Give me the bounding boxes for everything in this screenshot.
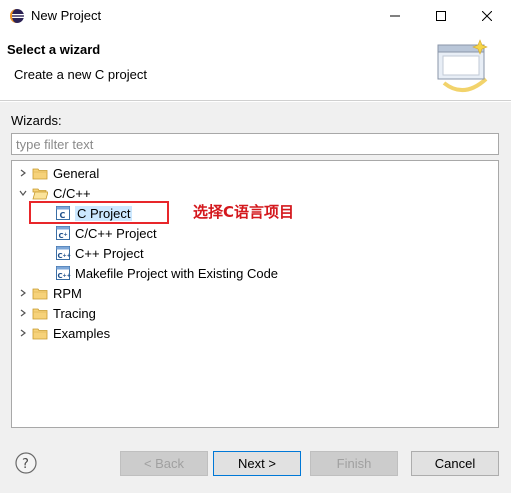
back-button[interactable]: < Back [120,451,208,476]
tree-item-tracing[interactable]: Tracing [16,303,96,323]
tree-item-label: Makefile Project with Existing Code [75,265,279,281]
folder-icon [32,286,48,300]
tree-item-c-cpp[interactable]: C/C++ [16,183,91,203]
help-button[interactable]: ? [15,452,37,474]
maximize-icon [436,10,446,21]
svg-text:++: ++ [63,273,71,279]
tree-item-makefile-project[interactable]: C ++ Makefile Project with Existing Code [55,263,278,283]
tree-item-rpm[interactable]: RPM [16,283,82,303]
eclipse-icon [9,8,25,24]
folder-open-icon [32,186,49,200]
tree-item-cpp-project[interactable]: C ++ C++ Project [55,243,144,263]
tree-item-label: C/C++ Project [75,225,157,241]
tree-item-label: C++ Project [75,245,144,261]
chevron-down-icon[interactable] [16,186,30,200]
svg-text:?: ? [22,457,29,472]
tree-item-examples[interactable]: Examples [16,323,110,343]
wizards-label: Wizards: [11,113,62,128]
title-bar: New Project [0,0,511,31]
makefile-project-icon: C ++ [55,265,71,281]
page-description: Create a new C project [14,67,147,82]
window-title: New Project [31,8,102,23]
tree-item-label: Tracing [53,305,96,321]
chevron-right-icon[interactable] [16,166,30,180]
minimize-button[interactable] [372,0,418,31]
folder-icon [32,326,48,340]
page-title: Select a wizard [7,42,101,57]
chevron-right-icon[interactable] [16,326,30,340]
chevron-right-icon[interactable] [16,306,30,320]
chevron-right-icon[interactable] [16,286,30,300]
tree-item-label: General [53,165,100,181]
close-icon [482,10,492,21]
cancel-button[interactable]: Cancel [411,451,499,476]
tree-item-general[interactable]: General [16,163,99,183]
button-bar: ? < Back Next > Finish Cancel [0,438,511,493]
c-cpp-project-icon: C + [55,225,71,241]
new-project-wizard-banner-icon [434,39,494,93]
filter-input[interactable] [11,133,499,155]
annotation-highlight-box [29,201,169,224]
finish-button[interactable]: Finish [310,451,398,476]
annotation-text: 选择C语言项目 [193,203,295,221]
tree-item-label: RPM [53,285,82,301]
next-button[interactable]: Next > [213,451,301,476]
cpp-project-icon: C ++ [55,245,71,261]
folder-icon [32,306,48,320]
tree-item-label: C/C++ [53,185,91,201]
minimize-icon [390,15,400,16]
close-button[interactable] [464,0,510,31]
help-icon: ? [15,452,37,474]
wizard-header: Select a wizard Create a new C project [0,31,511,101]
tree-item-c-cpp-project[interactable]: C + C/C++ Project [55,223,157,243]
svg-text:++: ++ [63,253,71,259]
svg-text:+: + [64,232,68,238]
tree-item-label: Examples [53,325,111,341]
wizard-content: Wizards: General C/C++ C [0,102,511,438]
maximize-button[interactable] [418,0,464,31]
folder-icon [32,166,48,180]
